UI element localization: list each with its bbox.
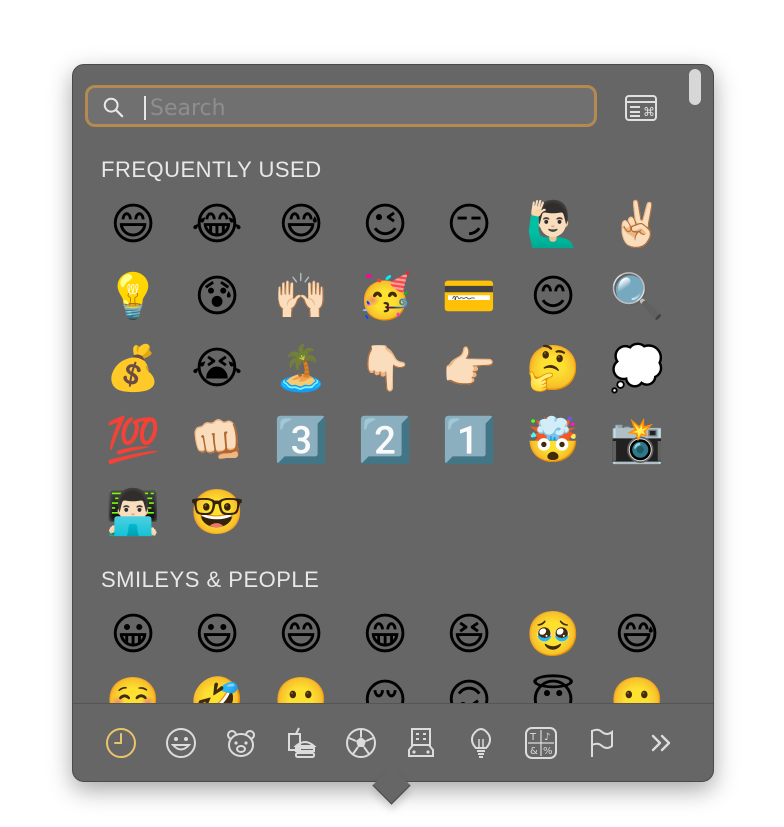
emoji-cell[interactable]: 👇🏻: [343, 333, 427, 405]
emoji-cell[interactable]: 🤔: [511, 333, 595, 405]
section-title-smileys-people: SMILEYS & PEOPLE: [101, 567, 320, 592]
scrollbar-thumb[interactable]: [689, 69, 701, 105]
emoji-cell[interactable]: 💭: [595, 333, 679, 405]
svg-text:&: &: [530, 746, 538, 757]
frequently-used-grid: 😄 😂 😅 😉 😏 🙋🏻‍♂️ ✌🏻 💡 😰 🙌🏻 🥳 💳 😊 🔍 💰 😭 🏝️…: [91, 189, 679, 549]
category-travel-places[interactable]: [391, 719, 451, 767]
text-cursor: [144, 96, 146, 120]
emoji-cell[interactable]: 😄: [91, 189, 175, 261]
emoji-cell[interactable]: ✌🏻: [595, 189, 679, 261]
section-title-frequently-used: FREQUENTLY USED: [101, 157, 322, 182]
emoji-cell[interactable]: 😰: [175, 261, 259, 333]
emoji-cell[interactable]: 🙌🏻: [259, 261, 343, 333]
emoji-cell[interactable]: 🤓: [175, 477, 259, 549]
emoji-cell[interactable]: 😇: [511, 671, 595, 704]
emoji-cell[interactable]: 😭: [175, 333, 259, 405]
emoji-cell[interactable]: 😏: [427, 189, 511, 261]
svg-text:T: T: [529, 732, 537, 743]
search-field[interactable]: [85, 85, 597, 127]
bear-icon: [227, 730, 255, 757]
svg-text:♪: ♪: [544, 732, 550, 743]
emoji-cell[interactable]: 😂: [175, 189, 259, 261]
clock-icon: [106, 728, 136, 758]
category-animals-nature[interactable]: [211, 719, 271, 767]
symbols-icon: T ♪ & %: [525, 727, 557, 759]
smiley-icon: [166, 728, 196, 758]
emoji-cell[interactable]: 🥳: [343, 261, 427, 333]
category-symbols[interactable]: T ♪ & %: [511, 719, 571, 767]
emoji-cell[interactable]: 👉🏻: [427, 333, 511, 405]
emoji-cell[interactable]: 😁: [343, 599, 427, 671]
flag-icon: [591, 728, 613, 757]
emoji-cell[interactable]: ☺️: [91, 671, 175, 704]
search-icon: [103, 97, 124, 118]
emoji-cell[interactable]: 🥹: [511, 599, 595, 671]
category-frequently-used[interactable]: [91, 719, 151, 767]
emoji-cell[interactable]: 😉: [343, 189, 427, 261]
soccer-ball-icon: [346, 728, 376, 758]
emoji-cell[interactable]: 👨🏻‍💻: [91, 477, 175, 549]
emoji-cell[interactable]: 💯: [91, 405, 175, 477]
category-objects[interactable]: [451, 719, 511, 767]
category-more[interactable]: [631, 719, 691, 767]
emoji-cell[interactable]: 📸: [595, 405, 679, 477]
category-bar-divider: [73, 703, 713, 704]
search-input[interactable]: [148, 92, 572, 124]
emoji-cell[interactable]: 😆: [427, 599, 511, 671]
emoji-cell[interactable]: 🔍: [595, 261, 679, 333]
category-food-drink[interactable]: [271, 719, 331, 767]
emoji-cell[interactable]: 😌: [343, 671, 427, 704]
building-car-icon: [408, 728, 434, 757]
emoji-cell[interactable]: 😊: [511, 261, 595, 333]
emoji-cell[interactable]: 3️⃣: [259, 405, 343, 477]
emoji-cell[interactable]: 🏝️: [259, 333, 343, 405]
emoji-cell[interactable]: 🙂: [595, 671, 679, 704]
smileys-people-grid: 😀 😃 😄 😁 😆 🥹 😅: [91, 599, 679, 671]
emoji-cell[interactable]: 🙃: [427, 671, 511, 704]
category-flags[interactable]: [571, 719, 631, 767]
emoji-cell[interactable]: 👊🏻: [175, 405, 259, 477]
double-chevron-right-icon: [651, 734, 671, 752]
emoji-cell[interactable]: 😅: [259, 189, 343, 261]
emoji-picker-popover: ⌘ FREQUENTLY USED 😄 😂 😅 😉 😏 🙋🏻‍♂️ ✌🏻 💡 😰…: [72, 64, 714, 782]
category-activity[interactable]: [331, 719, 391, 767]
emoji-cell[interactable]: 😃: [175, 599, 259, 671]
emoji-cell[interactable]: 💰: [91, 333, 175, 405]
emoji-cell[interactable]: 💳: [427, 261, 511, 333]
emoji-cell[interactable]: 🤯: [511, 405, 595, 477]
svg-text:%: %: [543, 746, 553, 757]
smileys-people-partial-row: ☺️ 🤣 🙂 😌 🙃 😇 🙂: [91, 671, 679, 704]
emoji-cell[interactable]: 😀: [91, 599, 175, 671]
emoji-cell[interactable]: 2️⃣: [343, 405, 427, 477]
lightbulb-icon: [471, 727, 491, 758]
emoji-cell[interactable]: 1️⃣: [427, 405, 511, 477]
category-bar: T ♪ & %: [91, 719, 691, 767]
emoji-cell[interactable]: 😅: [595, 599, 679, 671]
emoji-cell[interactable]: 💡: [91, 261, 175, 333]
emoji-cell[interactable]: 😄: [259, 599, 343, 671]
character-viewer-icon[interactable]: ⌘: [625, 95, 657, 121]
emoji-cell[interactable]: 🤣: [175, 671, 259, 704]
svg-text:⌘: ⌘: [643, 105, 655, 119]
emoji-cell[interactable]: 🙂: [259, 671, 343, 704]
emoji-cell[interactable]: 🙋🏻‍♂️: [511, 189, 595, 261]
category-smileys-people[interactable]: [151, 719, 211, 767]
burger-drink-icon: [288, 727, 317, 758]
